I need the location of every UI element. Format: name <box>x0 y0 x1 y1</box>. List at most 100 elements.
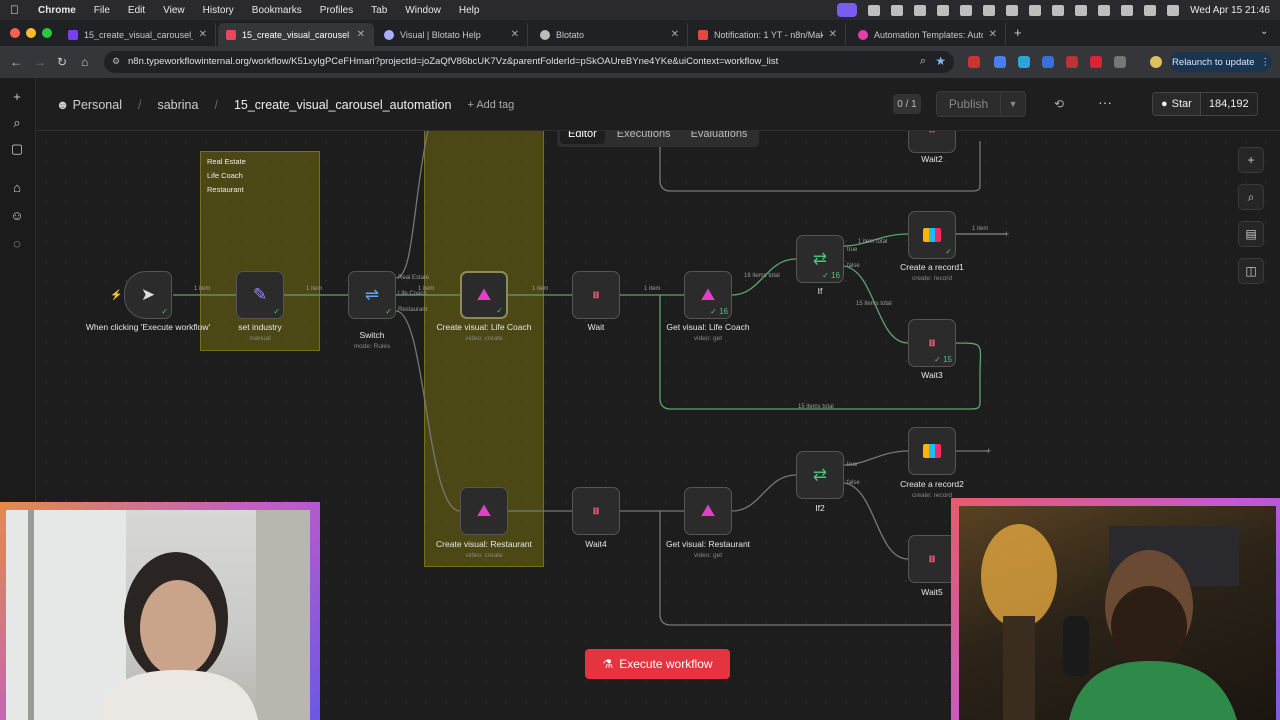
add-node-icon[interactable]: + <box>986 446 991 456</box>
menubar-clock[interactable]: Wed Apr 15 21:46 <box>1190 5 1270 16</box>
extension-icon[interactable] <box>994 56 1006 68</box>
user-icon[interactable]: ☺ <box>10 209 24 223</box>
menu-bookmarks[interactable]: Bookmarks <box>252 5 302 16</box>
history-icon[interactable]: ⟲ <box>1054 97 1064 111</box>
node-wait4[interactable]: ⏸ <box>572 487 620 535</box>
zoom-icon[interactable]: ⌕ <box>920 55 926 68</box>
zoom-window-button[interactable] <box>42 28 52 38</box>
node-wait3[interactable]: ⏸ ✓ 15 <box>908 319 956 367</box>
wifi-icon[interactable] <box>1098 4 1111 16</box>
node-get-visual-life-coach[interactable]: ⛰ ✓ 16 <box>684 271 732 319</box>
status-icon[interactable] <box>1006 4 1019 16</box>
publish-button[interactable]: Publish ▼ <box>936 91 1026 117</box>
more-options-icon[interactable]: ··· <box>1098 94 1112 110</box>
execute-workflow-button[interactable]: ⚗ Execute workflow <box>585 649 730 679</box>
close-tab-icon[interactable]: ✕ <box>989 29 997 40</box>
close-tab-icon[interactable]: ✕ <box>671 29 679 40</box>
breadcrumb-user[interactable]: sabrina <box>157 98 198 113</box>
tab-executions[interactable]: Executions <box>609 131 679 144</box>
workflow-name[interactable]: 15_create_visual_carousel_automation <box>234 98 452 113</box>
add-tag-button[interactable]: + Add tag <box>467 98 514 113</box>
node-get-visual-restaurant[interactable]: ⛰ <box>684 487 732 535</box>
relaunch-button[interactable]: Relaunch to update ⋮ <box>1170 52 1272 72</box>
extension-icon[interactable] <box>1066 56 1078 68</box>
status-icon[interactable] <box>891 4 904 16</box>
menu-window[interactable]: Window <box>405 5 441 16</box>
screen-record-icon[interactable] <box>837 3 858 17</box>
menu-file[interactable]: File <box>94 5 110 16</box>
node-create-visual-life-coach[interactable]: ⛰ ✓ <box>460 271 508 319</box>
tab-evaluations[interactable]: Evaluations <box>683 131 756 144</box>
status-icon[interactable] <box>1075 4 1088 16</box>
close-tab-icon[interactable]: ✕ <box>511 29 519 40</box>
browser-tab-active[interactable]: 15_create_visual_carousel ✕ <box>218 23 374 46</box>
node-manual-trigger[interactable]: ➤ ✓ <box>124 271 172 319</box>
extension-icon[interactable] <box>968 56 980 68</box>
home-icon[interactable]: ⌂ <box>10 181 24 195</box>
node-if2[interactable]: ⇄ <box>796 451 844 499</box>
browser-tab[interactable]: Visual | Blotato Help ✕ <box>376 23 528 46</box>
status-icon[interactable] <box>960 4 973 16</box>
status-icon[interactable] <box>914 4 927 16</box>
browser-tab[interactable]: Notification: 1 YT - n8n/Make ✕ <box>690 23 846 46</box>
extension-icon[interactable] <box>1090 56 1102 68</box>
browser-tab[interactable]: Blotato ✕ <box>532 23 688 46</box>
menu-edit[interactable]: Edit <box>128 5 145 16</box>
forward-icon[interactable]: → <box>34 55 46 69</box>
github-star-button[interactable]: ● Star 184,192 <box>1152 92 1258 116</box>
control-center-icon[interactable] <box>1144 4 1157 16</box>
menu-tab[interactable]: Tab <box>371 5 387 16</box>
status-icon[interactable] <box>868 4 881 16</box>
new-tab-icon[interactable]: + <box>1014 25 1022 40</box>
search-icon[interactable] <box>1121 4 1134 16</box>
add-icon[interactable]: + <box>10 90 24 104</box>
chevron-down-icon[interactable]: ▼ <box>1001 99 1025 109</box>
node-wait2[interactable]: ⏸ <box>908 131 956 153</box>
search-icon[interactable]: ⌕ <box>10 116 24 130</box>
node-create-visual-restaurant[interactable]: ⛰ <box>460 487 508 535</box>
apple-icon[interactable]:  <box>10 3 24 17</box>
address-bar[interactable]: ⚙ n8n.typeworkflowinternal.org/workflow/… <box>104 51 954 73</box>
node-create-record1[interactable]: ✓ <box>908 211 956 259</box>
menu-profiles[interactable]: Profiles <box>320 5 353 16</box>
node-switch[interactable]: ⇌ ✓ <box>348 271 396 319</box>
siri-icon[interactable] <box>1167 4 1180 16</box>
dropbox-icon[interactable] <box>1029 4 1042 16</box>
back-icon[interactable]: ← <box>10 55 22 69</box>
bookmark-star-icon[interactable]: ★ <box>935 54 946 68</box>
extension-icon[interactable] <box>1018 56 1030 68</box>
breadcrumb-personal[interactable]: ☻ Personal <box>56 98 122 113</box>
node-set-industry[interactable]: ✎ ✓ <box>236 271 284 319</box>
panel-toggle-icon[interactable]: ▢ <box>10 142 24 156</box>
status-icon[interactable] <box>1052 4 1065 16</box>
extension-icon[interactable] <box>1042 56 1054 68</box>
close-tab-icon[interactable]: ✕ <box>829 29 837 40</box>
tab-editor[interactable]: Editor <box>560 131 605 144</box>
add-node-button[interactable]: + <box>1238 147 1264 173</box>
close-tab-icon[interactable]: ✕ <box>357 29 365 40</box>
menu-view[interactable]: View <box>163 5 185 16</box>
node-wait5[interactable]: ⏸ <box>908 535 956 583</box>
profile-avatar[interactable] <box>1150 56 1162 68</box>
minimize-window-button[interactable] <box>26 28 36 38</box>
reload-icon[interactable]: ↻ <box>57 55 67 69</box>
chat-icon[interactable]: ◌ <box>10 237 24 251</box>
extensions-puzzle-icon[interactable] <box>1114 56 1126 68</box>
browser-tab[interactable]: 15_create_visual_carousel_a ✕ <box>60 23 216 46</box>
close-tab-icon[interactable]: ✕ <box>199 29 207 40</box>
node-if[interactable]: ⇄ ✓ 16 <box>796 235 844 283</box>
status-icon[interactable] <box>937 4 950 16</box>
home-icon[interactable]: ⌂ <box>81 55 88 69</box>
menu-app-chrome[interactable]: Chrome <box>38 5 76 16</box>
sticky-note-button[interactable]: ▤ <box>1238 221 1264 247</box>
browser-tab[interactable]: Automation Templates: Autom ✕ <box>850 23 1006 46</box>
tab-search-icon[interactable]: ⌄ <box>1260 26 1268 37</box>
node-create-record2[interactable] <box>908 427 956 475</box>
status-icon[interactable] <box>983 4 996 16</box>
node-wait[interactable]: ⏸ <box>572 271 620 319</box>
close-window-button[interactable] <box>10 28 20 38</box>
add-node-icon[interactable]: + <box>1004 229 1009 239</box>
toggle-panel-button[interactable]: ◫ <box>1238 258 1264 284</box>
menu-history[interactable]: History <box>203 5 234 16</box>
site-info-icon[interactable]: ⚙ <box>112 56 120 67</box>
